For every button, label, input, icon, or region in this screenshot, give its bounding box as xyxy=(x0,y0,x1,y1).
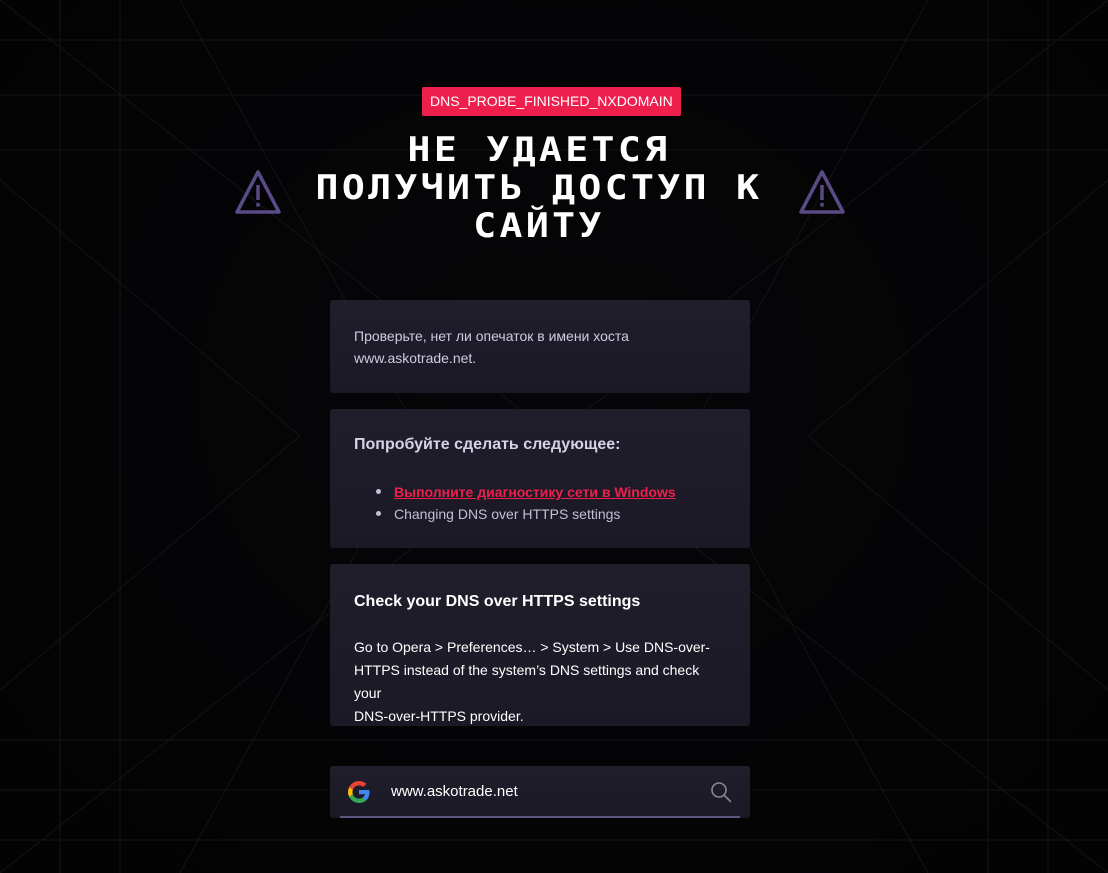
doh-settings-title: Check your DNS over HTTPS settings xyxy=(354,593,641,610)
doh-settings-line-1: Go to Opera > Preferences… > System > Us… xyxy=(354,639,710,655)
search-icon[interactable] xyxy=(710,781,732,803)
suggestions-card: Попробуйте сделать следующее: Выполните … xyxy=(330,409,750,548)
list-item: Выполните диагностику сети в Windows xyxy=(374,481,676,503)
hostname-check-line-1: Проверьте, нет ли опечаток в имени хоста xyxy=(354,328,629,344)
network-diagnostics-link[interactable]: Выполните диагностику сети в Windows xyxy=(394,484,676,500)
hostname-check-text: Проверьте, нет ли опечаток в имени хоста… xyxy=(354,325,724,369)
doh-settings-line-2: HTTPS instead of the system’s DNS settin… xyxy=(354,662,700,701)
page-title: НЕ УДАЕТСЯ ПОЛУЧИТЬ ДОСТУП К САЙТУ xyxy=(271,131,806,245)
doh-settings-suggestion: Changing DNS over HTTPS settings xyxy=(394,506,621,522)
hostname-check-card: Проверьте, нет ли опечаток в имени хоста… xyxy=(330,300,750,393)
suggestions-title: Попробуйте сделать следующее: xyxy=(354,436,621,453)
doh-settings-line-3: DNS-over-HTTPS provider. xyxy=(354,708,524,724)
search-input[interactable] xyxy=(391,782,691,802)
error-page: DNS_PROBE_FINISHED_NXDOMAIN НЕ УДАЕТСЯ П… xyxy=(0,0,1108,873)
google-g-icon xyxy=(348,781,370,803)
suggestions-list: Выполните диагностику сети в Windows Cha… xyxy=(374,481,676,525)
list-item: Changing DNS over HTTPS settings xyxy=(374,503,676,525)
search-underline xyxy=(340,816,740,818)
page-title-line-3: САЙТУ xyxy=(473,206,605,246)
warning-triangle-icon xyxy=(799,170,845,214)
hostname-check-line-2: www.askotrade.net. xyxy=(354,350,477,366)
page-title-line-1: НЕ УДАЕТСЯ xyxy=(407,130,671,170)
search-box xyxy=(330,766,750,818)
doh-settings-card: Check your DNS over HTTPS settings Go to… xyxy=(330,564,750,726)
error-code-badge: DNS_PROBE_FINISHED_NXDOMAIN xyxy=(422,87,681,116)
doh-settings-text: Go to Opera > Preferences… > System > Us… xyxy=(354,636,729,728)
page-title-line-2: ПОЛУЧИТЬ ДОСТУП К xyxy=(315,168,763,208)
